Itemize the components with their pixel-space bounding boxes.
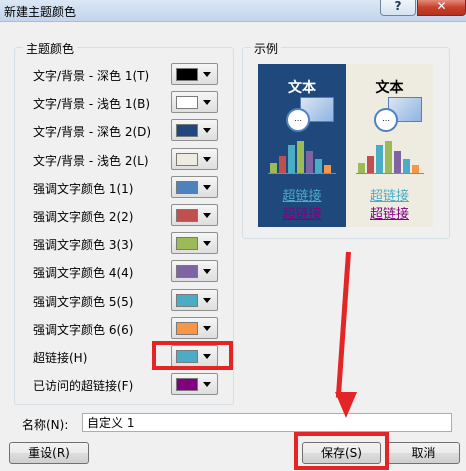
dropdown-arrow-icon	[203, 128, 211, 134]
color-picker-button[interactable]	[171, 175, 218, 198]
sample-bar	[288, 145, 295, 173]
dropdown-arrow-icon	[203, 269, 211, 275]
save-highlight-box	[294, 432, 389, 470]
color-swatch	[176, 180, 198, 194]
sample-light-title: 文本	[375, 80, 404, 96]
color-picker-button[interactable]	[171, 204, 218, 226]
sample-bar	[394, 151, 401, 173]
theme-color-label: 超链接(H)	[33, 351, 88, 365]
theme-color-label: 强调文字颜色 1(1)	[33, 181, 134, 196]
sample-bar	[279, 156, 286, 173]
hyperlink-highlight-box	[152, 341, 233, 370]
color-swatch	[176, 68, 198, 81]
name-label: 名称(N):	[22, 418, 69, 432]
sample-bar	[412, 165, 419, 173]
color-swatch	[176, 293, 198, 307]
color-swatch	[176, 378, 198, 392]
color-swatch	[176, 152, 198, 166]
sample-bar-chart	[268, 141, 336, 174]
sample-light-visited-link: 超链接	[369, 207, 409, 222]
sample-bar	[403, 159, 410, 173]
color-picker-button[interactable]	[171, 147, 218, 170]
dropdown-arrow-icon	[203, 213, 211, 218]
dropdown-arrow-icon	[203, 72, 211, 77]
theme-color-label: 文字/背景 - 深色 1(T)	[33, 69, 150, 83]
sample-ellipse-shape: …	[286, 108, 310, 132]
color-picker-button[interactable]	[171, 91, 218, 114]
color-picker-button[interactable]	[171, 260, 218, 283]
sample-bar	[297, 141, 304, 173]
dropdown-arrow-icon	[203, 241, 211, 247]
sample-dark-visited-link: 超链接	[282, 207, 322, 222]
color-swatch	[176, 321, 198, 335]
close-button[interactable]: ✕	[417, 0, 466, 16]
sample-dark-panel: 文本 … 超链接 超链接	[258, 64, 346, 227]
sample-light-panel: 文本 … 超链接 超链接	[346, 64, 433, 227]
theme-colors-group-label: 主题颜色	[23, 40, 78, 57]
sample-dark-title: 文本	[288, 80, 316, 96]
sample-light-link: 超链接	[369, 189, 409, 204]
dropdown-arrow-icon	[203, 382, 211, 388]
help-icon: ?	[394, 0, 402, 13]
color-picker-button[interactable]	[171, 63, 218, 85]
sample-bar	[385, 141, 392, 173]
theme-color-label: 已访问的超链接(F)	[33, 379, 134, 394]
sample-ellipse-shape: …	[374, 108, 398, 132]
red-arrow-head-icon	[335, 392, 357, 418]
sample-dark-link: 超链接	[282, 189, 322, 204]
theme-color-label: 强调文字颜色 3(3)	[33, 238, 134, 253]
dropdown-arrow-icon	[203, 297, 211, 303]
dropdown-arrow-icon	[203, 100, 211, 106]
color-picker-button[interactable]	[171, 316, 218, 339]
sample-bar	[367, 156, 374, 173]
theme-color-label: 强调文字颜色 5(5)	[33, 294, 134, 309]
sample-bar	[376, 145, 383, 173]
help-button[interactable]: ?	[380, 0, 416, 16]
sample-bar	[315, 159, 322, 173]
title-bar: 新建主题颜色 ? ✕	[0, 0, 466, 22]
color-picker-button[interactable]	[171, 119, 218, 142]
theme-color-label: 文字/背景 - 浅色 1(B)	[33, 97, 151, 112]
theme-color-label: 强调文字颜色 4(4)	[33, 266, 134, 281]
reset-button[interactable]: 重设(R)	[9, 442, 89, 464]
color-picker-button[interactable]	[171, 373, 218, 396]
theme-color-label: 强调文字颜色 6(6)	[33, 322, 134, 337]
sample-bar	[270, 163, 277, 173]
sample-bar	[306, 151, 313, 173]
theme-color-label: 文字/背景 - 浅色 2(L)	[33, 153, 149, 168]
color-swatch	[176, 265, 198, 279]
sample-bar-chart	[356, 141, 424, 174]
color-picker-button[interactable]	[171, 232, 218, 255]
color-swatch	[176, 96, 198, 110]
color-swatch	[176, 209, 198, 222]
dropdown-arrow-icon	[203, 184, 211, 190]
sample-bar	[324, 165, 331, 173]
name-input[interactable]	[82, 413, 452, 432]
sample-group-label: 示例	[251, 40, 282, 57]
close-icon: ✕	[436, 0, 447, 13]
sample-preview: 文本 … 超链接 超链接 文本 … 超链接 超链接	[258, 64, 433, 227]
theme-color-label: 强调文字颜色 2(2)	[33, 210, 134, 224]
red-arrow-shaft	[335, 251, 351, 398]
theme-color-label: 文字/背景 - 深色 2(D)	[33, 125, 152, 140]
cancel-button[interactable]: 取消	[387, 442, 460, 464]
color-picker-button[interactable]	[171, 288, 218, 311]
dropdown-arrow-icon	[203, 325, 211, 331]
window-title: 新建主题颜色	[4, 5, 77, 19]
color-swatch	[176, 124, 198, 138]
dropdown-arrow-icon	[203, 156, 211, 162]
sample-bar	[358, 163, 365, 173]
color-swatch	[176, 237, 198, 251]
